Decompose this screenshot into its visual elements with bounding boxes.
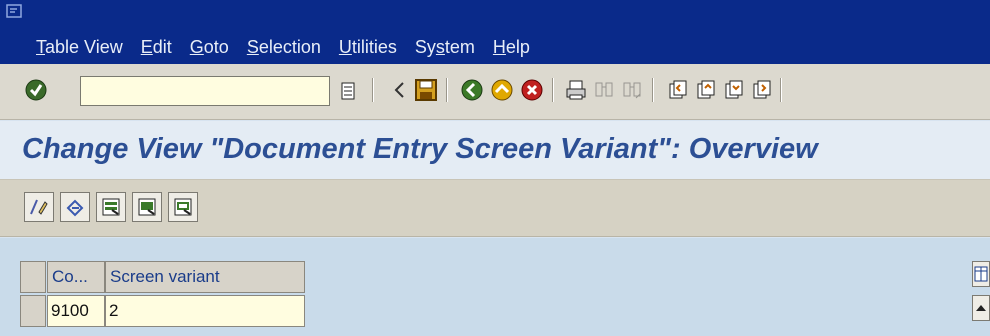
command-field[interactable]	[80, 76, 330, 106]
column-header-screen-variant[interactable]: Screen variant	[105, 261, 305, 293]
deselect-all-icon[interactable]	[168, 192, 198, 222]
next-page-icon[interactable]	[720, 76, 748, 104]
cell-screen-variant[interactable]: 2	[105, 295, 305, 327]
content-area: Co... Screen variant 9100 2	[0, 238, 990, 336]
last-page-icon[interactable]	[748, 76, 776, 104]
menu-table-view[interactable]: Table View	[36, 36, 123, 58]
enter-icon[interactable]	[22, 76, 50, 104]
display-change-icon[interactable]	[24, 192, 54, 222]
standard-toolbar	[0, 64, 990, 120]
exit-icon[interactable]	[488, 76, 516, 104]
select-block-icon[interactable]	[132, 192, 162, 222]
page-title: Change View "Document Entry Screen Varia…	[22, 133, 818, 165]
find-icon[interactable]	[590, 76, 618, 104]
back-arrow-icon[interactable]	[386, 76, 414, 104]
title-bar: Change View "Document Entry Screen Varia…	[0, 121, 990, 179]
find-next-icon[interactable]	[618, 76, 646, 104]
table-row: 9100 2	[20, 295, 305, 329]
row-selector[interactable]	[20, 295, 46, 327]
first-page-icon[interactable]	[664, 76, 692, 104]
menu-help[interactable]: Help	[493, 36, 530, 58]
cancel-icon[interactable]	[518, 76, 546, 104]
menu-list: Table View Edit Goto Selection Utilities…	[36, 36, 548, 58]
menu-edit[interactable]: Edit	[141, 36, 172, 58]
menu-system[interactable]: System	[415, 36, 475, 58]
command-history-icon[interactable]	[336, 76, 360, 106]
menu-goto[interactable]: Goto	[190, 36, 229, 58]
separator	[652, 78, 654, 102]
separator	[446, 78, 448, 102]
menu-utilities[interactable]: Utilities	[339, 36, 397, 58]
select-all-icon[interactable]	[96, 192, 126, 222]
back-icon[interactable]	[458, 76, 486, 104]
column-header-company-code[interactable]: Co...	[47, 261, 105, 293]
table-header-row: Co... Screen variant	[20, 261, 305, 295]
cell-company-code[interactable]: 9100	[47, 295, 105, 327]
save-icon[interactable]	[412, 76, 440, 104]
menu-selection[interactable]: Selection	[247, 36, 321, 58]
table-control: Co... Screen variant 9100 2	[20, 261, 305, 329]
separator	[372, 78, 374, 102]
print-icon[interactable]	[562, 76, 590, 104]
menu-bar: Table View Edit Goto Selection Utilities…	[0, 0, 990, 64]
system-menu-icon[interactable]	[6, 4, 22, 18]
separator	[780, 78, 782, 102]
application-toolbar	[0, 179, 990, 237]
separator	[552, 78, 554, 102]
undo-icon[interactable]	[60, 192, 90, 222]
column-settings-icon[interactable]	[972, 261, 990, 287]
select-all-rows-button[interactable]	[20, 261, 46, 293]
scroll-up-icon[interactable]	[972, 295, 990, 321]
previous-page-icon[interactable]	[692, 76, 720, 104]
